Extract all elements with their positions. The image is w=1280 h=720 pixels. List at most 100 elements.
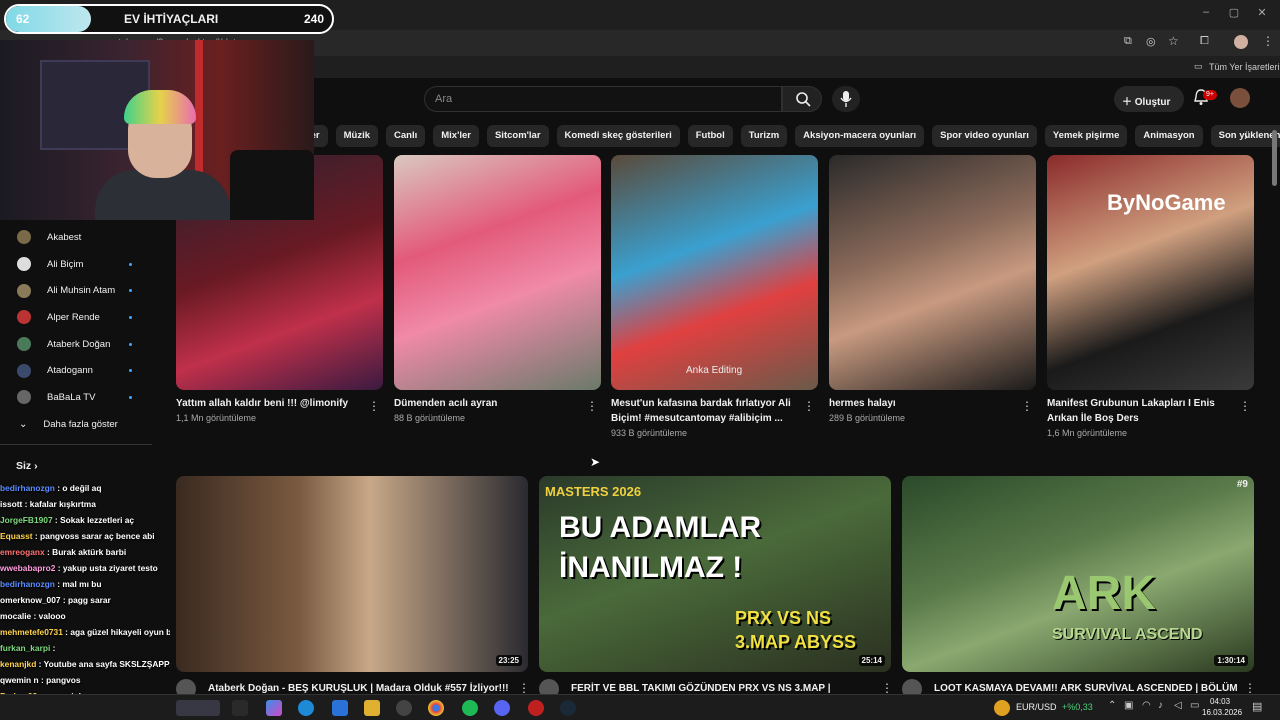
sidebar-subscription-item[interactable]: Ali Biçim bbox=[0, 251, 170, 278]
chat-username: omerknow_007 bbox=[0, 595, 61, 605]
category-chip[interactable]: Yemek pişirme bbox=[1044, 125, 1128, 147]
chat-separator: : bbox=[32, 531, 41, 541]
category-chip[interactable]: Müzik bbox=[335, 125, 379, 147]
clock-date[interactable]: 16.03.2026 bbox=[1202, 708, 1242, 717]
chat-username: mehmetefe0731 bbox=[0, 627, 63, 637]
menu-icon[interactable]: ⋮ bbox=[1262, 34, 1274, 48]
star-icon[interactable]: ☆ bbox=[1168, 34, 1179, 48]
sidebar-subscription-item[interactable]: Ali Muhsin Atam bbox=[0, 277, 170, 304]
minimize-button[interactable]: – bbox=[1196, 6, 1216, 20]
video-card[interactable]: ARK SURVIVAL ASCEND #9 1:30:14 LOOT KASMAYA … bbox=[902, 476, 1256, 699]
more-actions-icon[interactable]: ⋮ bbox=[881, 681, 893, 695]
video-title[interactable]: Dümenden acılı ayran bbox=[394, 396, 574, 411]
video-thumbnail[interactable] bbox=[829, 155, 1036, 390]
taskview-icon[interactable] bbox=[232, 700, 248, 716]
video-title[interactable]: Manifest Grubunun Lakapları I Enis Arıka… bbox=[1047, 396, 1227, 426]
category-chip[interactable]: Sitcom'lar bbox=[486, 125, 549, 147]
category-chip[interactable]: Turizm bbox=[740, 125, 788, 147]
extensions-icon[interactable]: ⧠ bbox=[1200, 35, 1209, 48]
channel-avatar bbox=[17, 390, 31, 405]
category-chip[interactable]: Canlı bbox=[386, 125, 426, 147]
tray-app-icon[interactable]: ▣ bbox=[1124, 700, 1133, 711]
obs-icon[interactable] bbox=[528, 700, 544, 716]
file-explorer-icon[interactable] bbox=[364, 700, 380, 716]
chat-separator: : bbox=[22, 499, 30, 509]
profile-icon[interactable] bbox=[1234, 35, 1248, 49]
create-button[interactable]: ＋ Oluştur bbox=[1114, 86, 1184, 112]
channel-name: Ataberk Doğan bbox=[47, 338, 111, 350]
more-actions-icon[interactable]: ⋮ bbox=[518, 681, 530, 695]
spotify-icon[interactable] bbox=[462, 700, 478, 716]
edge-icon[interactable] bbox=[298, 700, 314, 716]
sidebar-subscription-item[interactable]: Ataberk Doğan bbox=[0, 331, 170, 358]
video-card[interactable]: Anka Editing Mesut'un kafasına bardak fır… bbox=[611, 155, 818, 445]
voice-search-button[interactable] bbox=[832, 86, 860, 112]
more-actions-icon[interactable]: ⋮ bbox=[1244, 681, 1256, 695]
you-section[interactable]: Siz › bbox=[16, 460, 38, 472]
chrome-icon[interactable] bbox=[428, 700, 444, 716]
notification-center-icon[interactable]: ▤ bbox=[1252, 700, 1262, 713]
chat-username: qwemin n bbox=[0, 675, 39, 685]
sidebar-subscription-item[interactable]: Alper Rende bbox=[0, 304, 170, 331]
video-thumbnail[interactable]: MASTERS 2026 BU ADAMLAR İNANILMAZ ! PRX VS… bbox=[539, 476, 891, 672]
wifi-icon[interactable]: ◠ bbox=[1142, 700, 1151, 711]
page-scrollbar[interactable] bbox=[1272, 130, 1277, 186]
channel-name: Ali Biçim bbox=[47, 258, 84, 270]
mic-icon bbox=[840, 91, 852, 107]
video-title[interactable]: Yattım allah kaldır beni !!! @limonify bbox=[176, 396, 356, 411]
category-chip[interactable]: Mix'ler bbox=[433, 125, 479, 147]
category-chip[interactable]: Aksiyon-macera oyunları bbox=[795, 125, 925, 147]
close-button[interactable]: ✕ bbox=[1252, 6, 1272, 20]
category-chip[interactable]: Komedi skeç gösterileri bbox=[556, 125, 680, 147]
eye-off-icon[interactable]: ◎ bbox=[1146, 35, 1156, 48]
video-title[interactable]: hermes halayı bbox=[829, 396, 1009, 411]
discord-icon[interactable] bbox=[494, 700, 510, 716]
all-bookmarks-label[interactable]: Tüm Yer İşaretleri bbox=[1209, 62, 1280, 72]
video-views: 1,1 Mn görüntüleme bbox=[176, 413, 257, 423]
sidebar-subscription-item[interactable]: BaBaLa TV bbox=[0, 384, 170, 411]
search-icon bbox=[796, 92, 811, 107]
video-thumbnail[interactable]: ByNoGame bbox=[1047, 155, 1254, 390]
battery-icon[interactable]: ▭ bbox=[1190, 700, 1199, 711]
show-more-button[interactable]: ⌄ Daha fazla göster bbox=[0, 411, 170, 438]
video-card[interactable]: ByNoGame Manifest Grubunun Lakapları I En… bbox=[1047, 155, 1254, 445]
more-actions-icon[interactable]: ⋮ bbox=[1021, 399, 1033, 413]
video-thumbnail[interactable]: 23:25 bbox=[176, 476, 528, 672]
sidebar-subscription-item[interactable]: Akabest bbox=[0, 224, 170, 251]
maximize-button[interactable]: ▢ bbox=[1224, 6, 1244, 20]
video-card[interactable]: hermes halayı 289 B görüntüleme ⋮ bbox=[829, 155, 1036, 445]
video-thumbnail[interactable] bbox=[394, 155, 601, 390]
cast-icon[interactable]: ⧉ bbox=[1124, 35, 1132, 48]
category-chip[interactable]: Spor video oyunları bbox=[932, 125, 1037, 147]
video-thumbnail[interactable]: ARK SURVIVAL ASCEND #9 1:30:14 bbox=[902, 476, 1254, 672]
sidebar-subscription-item[interactable]: Atadogann bbox=[0, 357, 170, 384]
video-card[interactable]: 23:25 Ataberk Doğan - BEŞ KURUŞLUK | Mada… bbox=[176, 476, 530, 699]
more-actions-icon[interactable]: ⋮ bbox=[803, 399, 815, 413]
more-actions-icon[interactable]: ⋮ bbox=[586, 399, 598, 413]
clock-time[interactable]: 04:03 bbox=[1210, 697, 1230, 706]
search-input[interactable]: Ara bbox=[424, 86, 782, 112]
video-card[interactable]: MASTERS 2026 BU ADAMLAR İNANILMAZ ! PRX VS… bbox=[539, 476, 893, 699]
chat-message: wwebabapro2 : yakup usta ziyaret testo bbox=[0, 560, 170, 576]
more-actions-icon[interactable]: ⋮ bbox=[1239, 399, 1251, 413]
xbox-icon[interactable] bbox=[396, 700, 412, 716]
copilot-icon[interactable] bbox=[266, 700, 282, 716]
video-card[interactable]: Dümenden acılı ayran 88 B görüntüleme ⋮ bbox=[394, 155, 601, 445]
volume-icon[interactable]: ◁ bbox=[1174, 700, 1182, 711]
video-title[interactable]: Mesut'un kafasına bardak fırlatıyor Ali … bbox=[611, 396, 791, 426]
more-actions-icon[interactable]: ⋮ bbox=[368, 399, 380, 413]
steam-icon[interactable] bbox=[560, 700, 576, 716]
new-content-dot bbox=[129, 262, 132, 266]
chevron-right-icon[interactable]: › bbox=[1244, 129, 1248, 143]
category-chips: lerMüzikCanlıMix'lerSitcom'larKomedi ske… bbox=[300, 125, 1280, 147]
account-avatar[interactable] bbox=[1230, 88, 1250, 108]
category-chip[interactable]: Futbol bbox=[687, 125, 733, 147]
video-thumbnail[interactable]: Anka Editing bbox=[611, 155, 818, 390]
category-chip[interactable]: Animasyon bbox=[1135, 125, 1203, 147]
goal-title: EV İHTİYAÇLARI bbox=[124, 12, 219, 26]
tray-chevron-icon[interactable]: ⌃ bbox=[1108, 700, 1116, 711]
search-button[interactable] bbox=[782, 86, 822, 112]
widgets-icon[interactable] bbox=[176, 700, 220, 716]
store-icon[interactable] bbox=[332, 700, 348, 716]
mic-tray-icon[interactable]: ♪ bbox=[1158, 700, 1163, 711]
